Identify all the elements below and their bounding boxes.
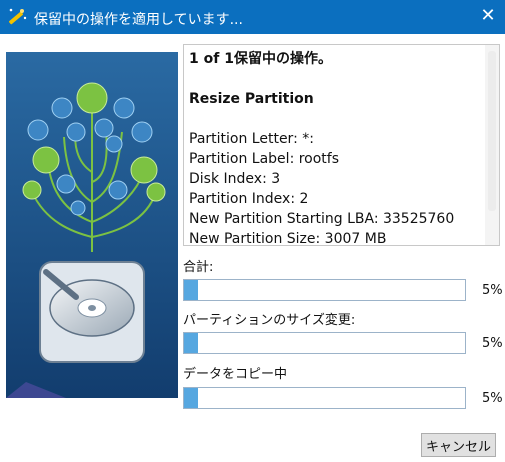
close-icon[interactable]: ✕ [477,5,499,27]
detail-start-lba: New Partition Starting LBA: 33525760 [189,211,455,227]
progress-fill-copy [184,388,199,408]
disk-tree-illustration [6,52,178,398]
progress-fill-total [184,280,199,300]
window-title: 保留中の操作を適用しています... [34,12,243,28]
progress-fill-resize [184,333,199,353]
detail-partition-label: Partition Label: rootfs [189,151,340,167]
operation-details-panel[interactable]: 1 of 1保留中の操作。 Resize Partition Partition… [183,44,500,246]
operation-count-heading: 1 of 1保留中の操作。 [189,51,332,67]
progress-percent-resize: 5% [482,336,503,351]
detail-partition-size: New Partition Size: 3007 MB [189,231,387,246]
title-bar: 保留中の操作を適用しています... ✕ [0,0,505,34]
progress-label-copy: データをコピー中 [183,367,288,382]
progress-bar-total [183,279,466,301]
scrollbar-thumb[interactable] [488,51,496,211]
progress-label-resize: パーティションのサイズ変更: [183,313,356,328]
progress-label-total: 合計: [183,260,214,275]
progress-percent-copy: 5% [482,391,503,406]
cancel-button[interactable]: キャンセル [421,433,496,457]
operation-name: Resize Partition [189,91,314,107]
progress-bar-resize [183,332,466,354]
details-scrollbar[interactable] [485,45,499,245]
detail-disk-index: Disk Index: 3 [189,171,281,187]
wand-icon [8,8,27,25]
progress-bar-copy [183,387,466,409]
progress-percent-total: 5% [482,283,503,298]
detail-partition-letter: Partition Letter: *: [189,131,314,147]
detail-partition-index: Partition Index: 2 [189,191,309,207]
